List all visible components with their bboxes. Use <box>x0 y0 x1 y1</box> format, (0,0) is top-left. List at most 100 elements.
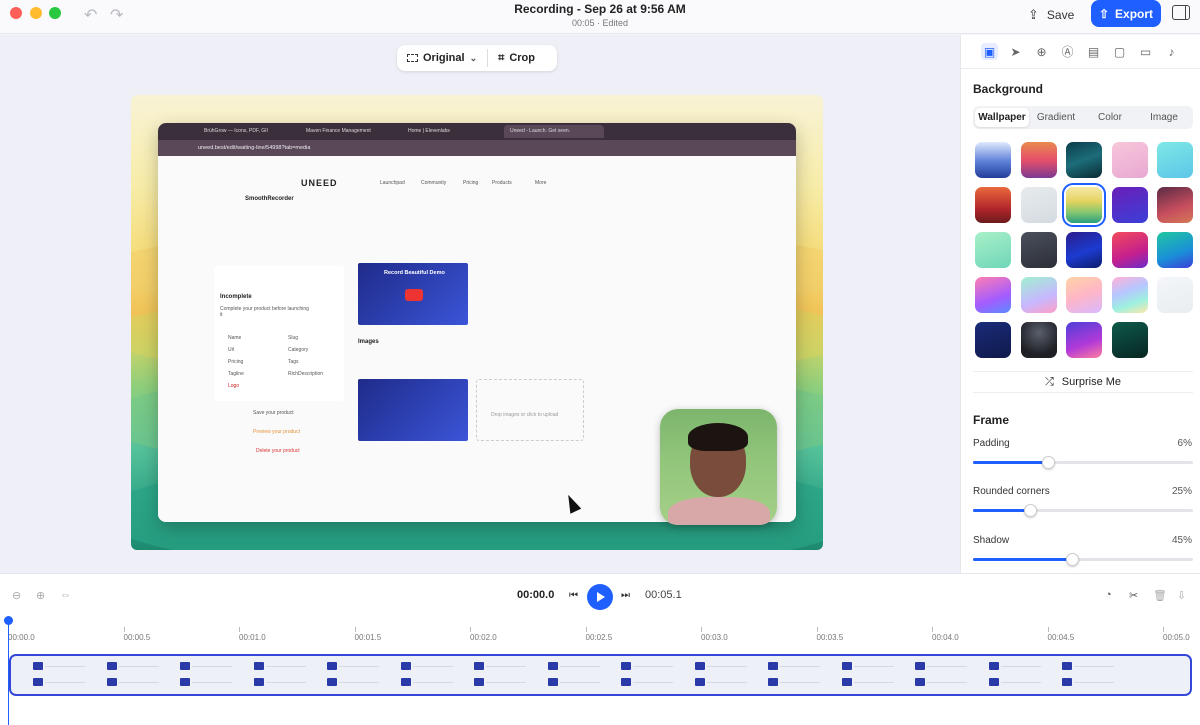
timeline-tick: 00:01.5 <box>354 627 382 642</box>
wallpaper-swatch[interactable] <box>1020 142 1057 178</box>
wallpaper-swatch[interactable] <box>1111 187 1148 223</box>
wallpaper-swatch[interactable] <box>1111 322 1148 358</box>
clip-frame-thumbnail <box>327 658 401 692</box>
surprise-me-button[interactable]: ⤮ Surprise Me <box>973 371 1193 393</box>
webcam-person <box>668 497 770 525</box>
wallpaper-swatch[interactable] <box>1066 322 1102 358</box>
crop-icon: ⌗ <box>498 51 505 64</box>
checklist-item: Url <box>228 347 235 353</box>
trash-icon[interactable]: 🗑 <box>1153 589 1167 602</box>
undo-icon[interactable]: ↶ <box>84 5 97 25</box>
export-label: Export <box>1115 6 1154 21</box>
wallpaper-swatch[interactable] <box>975 232 1011 268</box>
wallpaper-swatch[interactable] <box>1157 187 1193 223</box>
checklist-item: Slug <box>288 335 299 341</box>
slider-knob[interactable] <box>1041 456 1055 469</box>
delete-product-link: Delete your product <box>256 448 300 454</box>
close-window-button[interactable] <box>10 7 22 19</box>
tab-color[interactable]: Color <box>1083 108 1137 127</box>
zoom-out-icon[interactable]: ⊖ <box>12 589 21 602</box>
rounded-corners-slider[interactable] <box>973 504 1193 517</box>
wallpaper-swatch[interactable] <box>1066 142 1102 178</box>
tab-image[interactable]: Image <box>1137 108 1191 127</box>
wallpaper-swatch[interactable] <box>1020 277 1057 313</box>
video-clip-track[interactable] <box>9 654 1192 696</box>
checklist-item: Category <box>288 347 309 353</box>
skip-back-icon[interactable]: ⏮ <box>569 590 578 601</box>
playhead[interactable] <box>4 616 13 725</box>
wallpaper-swatch[interactable] <box>975 322 1011 358</box>
slider-knob[interactable] <box>1024 504 1038 517</box>
download-icon[interactable]: ⇩ <box>1177 589 1186 602</box>
shadow-value: 45% <box>1171 535 1192 546</box>
window-title-group: Recording - Sep 26 at 9:56 AM 00:05 · Ed… <box>450 2 750 28</box>
speed-icon[interactable]: ◔ <box>1105 589 1112 601</box>
aspect-dropdown[interactable]: Original ⌄ <box>397 45 487 71</box>
clip-frame-thumbnail <box>621 658 695 692</box>
export-button[interactable]: ⇧ Export <box>1091 0 1161 27</box>
background-tool-icon[interactable]: ▣ <box>981 43 998 60</box>
minimize-window-button[interactable] <box>30 7 42 19</box>
webcam-overlay[interactable] <box>660 409 777 525</box>
scissors-icon[interactable]: ✂ <box>1129 589 1138 602</box>
site-nav-item: Products <box>492 180 512 186</box>
background-heading: Background <box>973 82 1044 96</box>
tab-wallpaper[interactable]: Wallpaper <box>975 108 1029 127</box>
wallpaper-swatch[interactable] <box>1157 142 1193 178</box>
slider-fill <box>973 509 1031 512</box>
timeline-tick: 00:01.0 <box>239 627 266 642</box>
padding-slider[interactable] <box>973 456 1193 469</box>
skip-forward-icon[interactable]: ⏭ <box>621 590 630 601</box>
sidebar-toggle-icon[interactable] <box>1172 5 1190 20</box>
layout-tool-icon[interactable]: ▤ <box>1085 43 1102 60</box>
wallpaper-swatch[interactable] <box>975 187 1011 223</box>
wallpaper-swatch[interactable] <box>1020 187 1057 223</box>
wallpaper-swatch[interactable] <box>1111 277 1148 313</box>
shadow-slider[interactable] <box>973 553 1193 566</box>
images-heading: Images <box>358 339 379 345</box>
wallpaper-swatch[interactable] <box>1020 322 1057 358</box>
text-annotation-icon[interactable]: Ⓐ <box>1059 43 1076 60</box>
wallpaper-swatch[interactable] <box>975 277 1011 313</box>
timeline-tick: 00:02.0 <box>470 627 497 642</box>
shuffle-icon: ⤮ <box>1044 375 1054 388</box>
wallpaper-swatch[interactable] <box>1157 277 1193 313</box>
recording-subtitle: 00:05 · Edited <box>571 18 629 28</box>
slider-knob[interactable] <box>1066 553 1079 566</box>
wallpaper-swatch[interactable] <box>1111 232 1148 268</box>
wallpaper-swatch[interactable] <box>1066 232 1102 268</box>
zoom-in-icon[interactable]: ⊕ <box>36 589 45 602</box>
crop-label: Crop <box>509 52 535 64</box>
wallpaper-swatch[interactable] <box>1157 232 1193 268</box>
wallpaper-swatch[interactable] <box>1066 277 1102 313</box>
wallpaper-swatch[interactable] <box>1111 142 1148 178</box>
wallpaper-swatch[interactable] <box>975 142 1011 178</box>
play-button[interactable] <box>587 584 613 610</box>
wallpaper-swatch[interactable] <box>1066 187 1102 223</box>
zoom-window-button[interactable] <box>49 7 61 19</box>
timeline-tick: 00:00.5 <box>123 627 151 642</box>
redo-icon[interactable]: ↷ <box>110 5 123 25</box>
site-nav-item: Community <box>421 180 447 186</box>
save-button[interactable]: ⇪ Save <box>1028 2 1074 28</box>
clip-frame-thumbnail <box>547 658 622 692</box>
zoom-tool-icon[interactable]: ⊕ <box>1033 43 1050 60</box>
captions-tool-icon[interactable]: ▭ <box>1137 43 1154 60</box>
checklist-item: Tags <box>288 359 299 365</box>
tab-gradient[interactable]: Gradient <box>1029 108 1083 127</box>
clip-frame-thumbnail <box>988 658 1063 692</box>
shadow-label: Shadow <box>973 535 1010 546</box>
site-nav-item: Pricing <box>463 180 479 186</box>
clip-frame-thumbnail <box>106 658 181 692</box>
fit-timeline-icon[interactable]: ⇔ <box>60 589 71 601</box>
crop-button[interactable]: ⌗ Crop <box>488 45 545 71</box>
play-video-icon <box>405 289 423 301</box>
browser-tab: Home | Elevenlabs <box>408 128 450 134</box>
cursor-tool-icon[interactable]: ➤ <box>1007 43 1024 60</box>
wallpaper-swatch[interactable] <box>1020 232 1057 268</box>
chevron-down-icon: ⌄ <box>469 52 478 63</box>
audio-tool-icon[interactable]: ♪ <box>1163 43 1180 60</box>
title-bar: ↶ ↷ Recording - Sep 26 at 9:56 AM 00:05 … <box>0 0 1200 34</box>
camera-tool-icon[interactable]: ▢ <box>1111 43 1128 60</box>
timeline-tick: 00:04.5 <box>1047 627 1075 642</box>
